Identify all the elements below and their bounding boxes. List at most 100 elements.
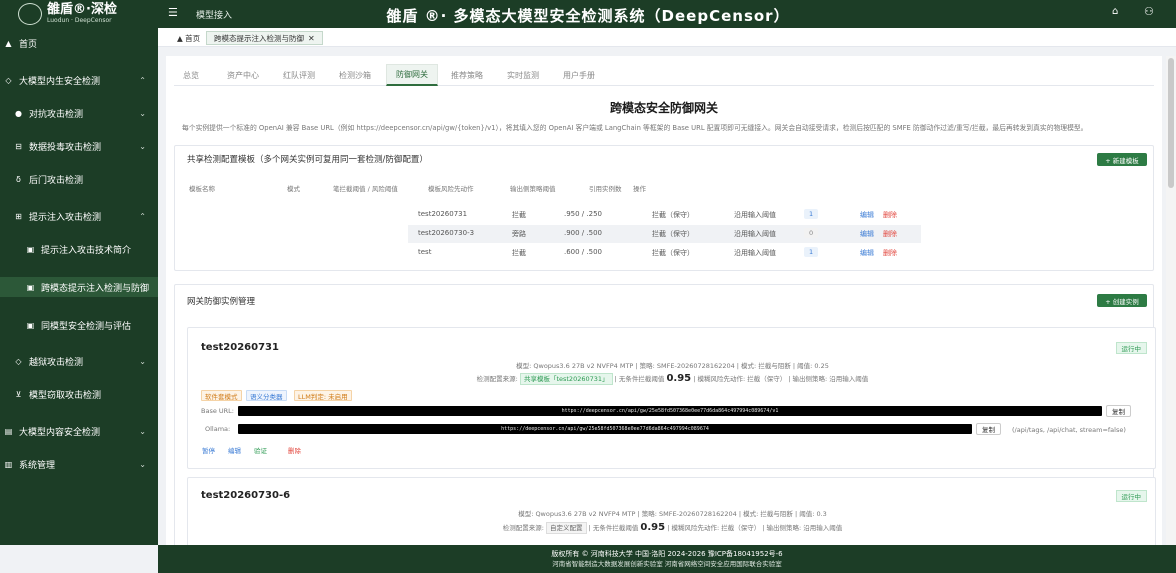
sidebar-item-label: 数据投毒攻击检测: [29, 142, 102, 153]
copy-base-url-button[interactable]: 复制: [1106, 405, 1131, 417]
verify-button[interactable]: 验证: [254, 445, 267, 455]
sidebar-item-system-management[interactable]: ▥ 系统管理 ⌄: [0, 454, 158, 474]
content-scrollbar[interactable]: [1166, 56, 1176, 545]
template-name: test20260731: [418, 210, 468, 218]
home-nav-icon: ▲: [5, 38, 12, 48]
status-badge: 运行中: [1115, 490, 1147, 502]
sidebar-item-label: 越狱攻击检测: [29, 357, 84, 368]
sidebar-item-home[interactable]: ▲ 首页: [0, 33, 158, 53]
col-header-output: 输出侧策略阈值: [510, 185, 556, 193]
page-tab-current[interactable]: 跨模态提示注入检测与防御 ✕: [206, 31, 323, 45]
lock-icon: ◇: [15, 356, 22, 366]
sidebar-item-injection-intro[interactable]: ▣ 提示注入攻击技术简介: [0, 239, 158, 259]
sidebar-item-data-poisoning[interactable]: ⊟ 数据投毒攻击检测 ⌄: [0, 136, 158, 156]
instance-card: test20260731 运行中 模型: Qwopus3.6 27B v2 NV…: [187, 327, 1156, 469]
template-output: 沿用输入阈值: [734, 230, 776, 238]
edit-link[interactable]: 编辑: [860, 229, 874, 239]
footer: 版权所有 © 河南科技大学 中国·洛阳 2024-2026 豫ICP备18041…: [158, 545, 1176, 573]
sidebar-item-model-stealing[interactable]: ⊻ 模型窃取攻击检测: [0, 384, 158, 404]
tab-monitor[interactable]: 实时监测: [498, 64, 548, 86]
doc-icon: ▣: [26, 244, 35, 254]
table-row: test 拦截 .600 / .500 拦截（保守） 沿用输入阈值 1 编辑 删…: [408, 244, 921, 262]
tab-red-team[interactable]: 红队评测: [274, 64, 324, 86]
close-icon[interactable]: ✕: [308, 34, 315, 43]
sidebar-item-jailbreak[interactable]: ◇ 越狱攻击检测 ⌄: [0, 351, 158, 371]
delete-link[interactable]: 删除: [883, 229, 897, 239]
tab-recommend[interactable]: 推荐策略: [442, 64, 492, 86]
instance-management-card: 网关防御实例管理 + 创建实例 test20260731 运行中 模型: Qwo…: [174, 284, 1156, 545]
table-row: test20260731 拦截 .950 / .250 拦截（保守） 沿用输入阈…: [408, 206, 921, 224]
threshold-label: | 无条件拦截阈值: [588, 524, 639, 532]
grid-icon: ⊞: [15, 211, 22, 221]
page-tab-label: 跨模态提示注入检测与防御: [214, 33, 304, 43]
sidebar-item-prompt-injection[interactable]: ⊞ 提示注入攻击检测 ⌃: [0, 206, 158, 226]
template-action: 拦截（保守）: [652, 230, 694, 238]
status-badge: 运行中: [1115, 342, 1147, 354]
config-source-label: 检测配置来源:: [476, 375, 518, 383]
config-source-label: 检测配置来源:: [502, 524, 544, 532]
ollama-endpoints-note: (/api/tags, /api/chat, stream=false): [1012, 426, 1126, 434]
base-url-label: Base URL:: [201, 407, 234, 415]
template-action: 拦截（保守）: [652, 249, 694, 257]
sidebar-item-label: 提示注入攻击技术简介: [41, 245, 132, 256]
ollama-label: Ollama:: [205, 425, 231, 433]
tab-gateway[interactable]: 防御网关: [386, 64, 438, 86]
template-name: test: [418, 248, 432, 256]
instance-config-line: 检测配置来源: 共享模板「test20260731」 | 无条件拦截阈值 0.9…: [188, 373, 1157, 385]
page-tabs-bar: ▲ 首页 跨模态提示注入检测与防御 ✕: [158, 28, 1176, 47]
ollama-url-field[interactable]: https://deepcensor.cn/api/gw/25e58fd5073…: [238, 424, 972, 434]
edit-button[interactable]: 编辑: [228, 445, 241, 455]
sidebar-item-backdoor[interactable]: δ 后门攻击检测: [0, 169, 158, 189]
doc-icon: ▣: [26, 320, 35, 330]
sidebar-item-content-security[interactable]: ▤ 大模型内容安全检测 ⌄: [0, 421, 158, 441]
template-threshold: .900 / .500: [564, 229, 602, 237]
scrollbar-thumb[interactable]: [1168, 58, 1174, 188]
home-icon[interactable]: ⌂: [1112, 6, 1118, 17]
template-mode: 拦截: [512, 249, 526, 257]
col-header-mode: 模式: [287, 185, 300, 193]
sidebar-item-adversarial[interactable]: ● 对抗攻击检测 ⌄: [0, 103, 158, 123]
sidebar-item-endogenous-security[interactable]: ◇ 大模型内生安全检测 ⌃: [0, 70, 158, 90]
tag-semantic-classifier: 语义分类器: [246, 390, 287, 401]
edit-link[interactable]: 编辑: [860, 210, 874, 220]
config-suffix: | 模糊风险先动作: 拦截（保守） | 输出侧策略: 沿用输入阈值: [667, 524, 843, 532]
delete-button[interactable]: 删除: [288, 445, 301, 455]
page-tab-home[interactable]: ▲ 首页: [170, 31, 207, 45]
tab-manual[interactable]: 用户手册: [554, 64, 604, 86]
tab-sandbox[interactable]: 检测沙箱: [330, 64, 380, 86]
delete-link[interactable]: 删除: [883, 248, 897, 258]
sidebar-item-label: 对抗攻击检测: [29, 109, 84, 120]
tab-overview[interactable]: 总览: [174, 64, 208, 86]
col-header-risk-action: 模板风险先动作: [428, 185, 474, 193]
col-header-ops: 操作: [633, 185, 646, 193]
template-name: test20260730-3: [418, 229, 475, 237]
new-template-button[interactable]: + 新建模板: [1097, 153, 1147, 166]
create-instance-button[interactable]: + 创建实例: [1097, 294, 1147, 307]
base-url-field[interactable]: https://deepcensor.cn/api/gw/25e58fd5073…: [238, 406, 1102, 416]
settings-icon: ▥: [4, 459, 13, 469]
shared-config-card: 共享检测配置模板（多个网关实例可复用同一套检测/防御配置） + 新建模板 模板名…: [174, 145, 1154, 271]
system-title: 雒盾 ®· 多模态大模型安全检测系统（DeepCensor）: [386, 7, 790, 25]
threshold-label: | 无条件拦截阈值: [614, 375, 665, 383]
sidebar-item-crossmodal-injection[interactable]: ▣ 跨模态提示注入检测与防御: [0, 277, 158, 297]
delete-link[interactable]: 删除: [883, 210, 897, 220]
edit-link[interactable]: 编辑: [860, 248, 874, 258]
dot-icon: ●: [15, 108, 22, 118]
sidebar-item-model-evaluation[interactable]: ▣ 同模型安全检测与评估: [0, 315, 158, 335]
chevron-up-icon: ⌃: [139, 75, 146, 85]
page-description: 每个实例提供一个标准的 OpenAI 兼容 Base URL（例如 https:…: [182, 124, 1088, 132]
instance-meta: 模型: Qwopus3.6 27B v2 NVFP4 MTP | 策略: SMF…: [516, 362, 829, 370]
copy-ollama-url-button[interactable]: 复制: [976, 423, 1001, 435]
footer-labs: 河南省智能制造大数据发展创新实验室 河南省网络空间安全应用国际联合实验室: [552, 560, 782, 568]
chevron-down-icon: ⌄: [139, 108, 146, 118]
pause-button[interactable]: 暂停: [202, 445, 215, 455]
template-mode: 旁路: [512, 230, 526, 238]
shield-icon: ◇: [5, 75, 12, 85]
ref-count-badge: 1: [804, 209, 819, 219]
template-output: 沿用输入阈值: [734, 249, 776, 257]
config-suffix: | 模糊风险先动作: 拦截（保守） | 输出侧策略: 沿用输入阈值: [693, 375, 869, 383]
tab-asset-center[interactable]: 资产中心: [218, 64, 268, 86]
user-icon[interactable]: ⚇: [1144, 5, 1154, 18]
backdoor-icon: δ: [16, 174, 21, 184]
template-action: 拦截（保守）: [652, 211, 694, 219]
